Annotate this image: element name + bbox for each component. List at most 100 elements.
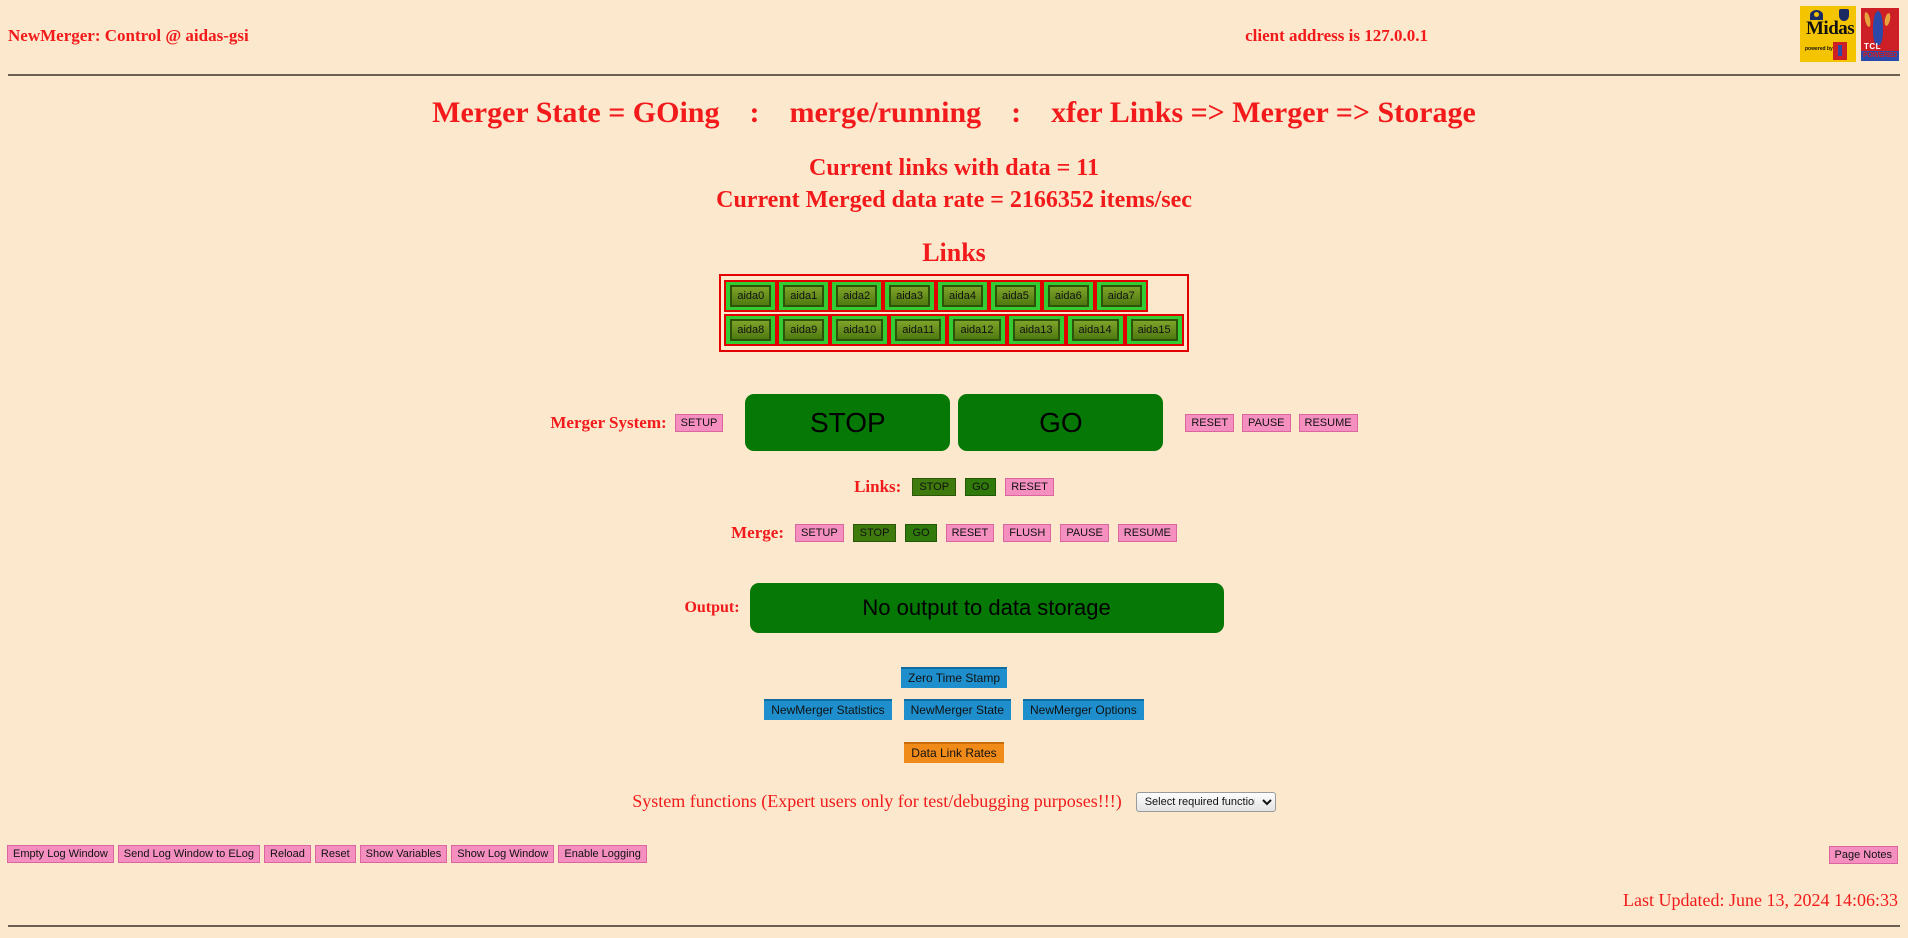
merge-pause-button[interactable]: PAUSE (1060, 524, 1109, 542)
link-cell: aida2 (830, 280, 884, 312)
links-go-button[interactable]: GO (965, 478, 997, 496)
link-button-aida5[interactable]: aida5 (994, 285, 1036, 307)
links-row: aida8 aida9 aida10 aida11 aida12 aida13 … (724, 313, 1184, 347)
link-cell: aida10 (830, 314, 890, 346)
merger-state-line: Merger State = GOing : merge/running : x… (432, 96, 1476, 129)
output-label: Output: (684, 599, 740, 616)
newmerger-state-button[interactable]: NewMerger State (903, 699, 1012, 720)
output-status-button[interactable]: No output to data storage (749, 583, 1224, 633)
merger-pause-button[interactable]: PAUSE (1242, 413, 1291, 432)
merge-controls-row: Merge: SETUP STOP GO RESET FLUSH PAUSE R… (0, 523, 1908, 543)
link-cell: aida12 (947, 314, 1007, 346)
links-grid-wrapper: aida0 aida1 aida2 aida3 aida4 aida5 aida… (0, 274, 1908, 352)
link-cell: aida6 (1041, 280, 1095, 312)
page-header: NewMerger: Control @ aidas-gsi client ad… (0, 0, 1908, 74)
output-row: Output: No output to data storage (0, 583, 1908, 633)
current-rate-line: Current Merged data rate = 2166352 items… (716, 187, 1192, 213)
logo-group: Midas powered by TCL POWERED (1800, 6, 1902, 62)
last-updated-text: Last Updated: June 13, 2024 14:06:33 (1623, 890, 1898, 910)
merger-stop-button[interactable]: STOP (745, 394, 951, 451)
links-row: aida0 aida1 aida2 aida3 aida4 aida5 aida… (724, 279, 1183, 313)
merger-reset-button[interactable]: RESET (1185, 413, 1235, 432)
send-log-window-to-elog-button[interactable]: Send Log Window to ELog (117, 845, 261, 863)
show-variables-button[interactable]: Show Variables (359, 845, 448, 863)
bottom-bar: Empty Log Window Send Log Window to ELog… (0, 845, 1908, 871)
tcl-powered-word: POWERED (1861, 51, 1899, 61)
link-button-aida8[interactable]: aida8 (730, 319, 772, 341)
link-button-aida10[interactable]: aida10 (836, 319, 884, 341)
link-button-aida2[interactable]: aida2 (836, 285, 878, 307)
links-controls-label: Links: (854, 477, 902, 496)
link-button-aida0[interactable]: aida0 (730, 285, 772, 307)
zero-time-stamp-row: Zero Time Stamp (0, 667, 1908, 688)
data-link-rates-button[interactable]: Data Link Rates (904, 742, 1004, 763)
midas-logo-word: Midas (1806, 18, 1855, 39)
link-button-aida13[interactable]: aida13 (1012, 319, 1060, 341)
link-cell: aida9 (777, 314, 831, 346)
link-button-aida15[interactable]: aida15 (1130, 319, 1178, 341)
midas-flag-icon (1833, 42, 1847, 60)
midas-logo-sub: powered by (1805, 46, 1833, 52)
zero-time-stamp-button[interactable]: Zero Time Stamp (900, 667, 1008, 688)
newmerger-statistics-button[interactable]: NewMerger Statistics (764, 699, 892, 720)
links-reset-button[interactable]: RESET (1005, 478, 1054, 496)
merge-stop-button[interactable]: STOP (852, 524, 897, 542)
client-address-text: client address is 127.0.0.1 (1245, 26, 1428, 45)
merger-system-row: Merger System: SETUP STOP GO RESET PAUSE… (0, 394, 1908, 451)
link-button-aida11[interactable]: aida11 (895, 319, 942, 341)
merger-setup-button[interactable]: SETUP (674, 413, 724, 432)
tcl-feather-icon (1873, 11, 1883, 45)
link-cell: aida13 (1006, 314, 1066, 346)
merge-setup-button[interactable]: SETUP (794, 524, 844, 542)
link-cell: aida11 (889, 314, 948, 346)
link-button-aida9[interactable]: aida9 (783, 319, 825, 341)
link-cell: aida8 (724, 314, 778, 346)
link-button-aida1[interactable]: aida1 (783, 285, 825, 307)
merge-go-button[interactable]: GO (905, 524, 937, 542)
merger-go-button[interactable]: GO (958, 394, 1164, 451)
bottom-right-buttons: Page Notes (1828, 845, 1898, 864)
system-functions-select[interactable]: Select required function (1135, 791, 1276, 812)
link-button-aida4[interactable]: aida4 (942, 285, 983, 307)
link-cell: aida5 (988, 280, 1042, 312)
merge-flush-button[interactable]: FLUSH (1003, 524, 1052, 542)
link-button-aida3[interactable]: aida3 (889, 285, 931, 307)
empty-log-window-button[interactable]: Empty Log Window (7, 845, 114, 863)
link-cell: aida7 (1094, 280, 1148, 312)
merger-resume-button[interactable]: RESUME (1298, 413, 1358, 432)
merger-system-label: Merger System: (550, 412, 667, 432)
merge-reset-button[interactable]: RESET (945, 524, 995, 542)
tcl-powered-logo: TCL POWERED (1858, 6, 1902, 62)
system-functions-label: System functions (Expert users only for … (632, 791, 1122, 811)
links-section-title: Links (922, 238, 986, 267)
link-button-aida7[interactable]: aida7 (1100, 285, 1142, 307)
reset-button[interactable]: Reset (314, 845, 356, 863)
enable-logging-button[interactable]: Enable Logging (558, 845, 647, 863)
links-grid: aida0 aida1 aida2 aida3 aida4 aida5 aida… (719, 274, 1189, 352)
footer-divider (8, 925, 1900, 927)
tcl-logo-word: TCL (1864, 42, 1882, 51)
header-divider (8, 74, 1900, 76)
page-notes-button[interactable]: Page Notes (1828, 846, 1898, 864)
newmerger-options-button[interactable]: NewMerger Options (1023, 699, 1144, 720)
bottom-left-buttons: Empty Log Window Send Log Window to ELog… (7, 845, 647, 863)
link-cell: aida0 (724, 280, 778, 312)
link-button-aida6[interactable]: aida6 (1047, 285, 1089, 307)
merge-controls-label: Merge: (731, 523, 784, 542)
midas-logo: Midas powered by (1800, 6, 1856, 62)
show-log-window-button[interactable]: Show Log Window (451, 845, 555, 863)
reload-button[interactable]: Reload (264, 845, 311, 863)
link-cell: aida3 (883, 280, 937, 312)
link-cell: aida14 (1065, 314, 1125, 346)
link-cell: aida15 (1124, 314, 1184, 346)
link-button-aida14[interactable]: aida14 (1071, 319, 1119, 341)
merge-resume-button[interactable]: RESUME (1117, 524, 1177, 542)
links-stop-button[interactable]: STOP (912, 478, 957, 496)
links-controls-row: Links: STOP GO RESET (0, 477, 1908, 497)
newmerger-info-row: NewMerger Statistics NewMerger State New… (0, 699, 1908, 720)
link-button-aida12[interactable]: aida12 (953, 319, 1001, 341)
link-cell: aida1 (777, 280, 831, 312)
data-link-rates-row: Data Link Rates (0, 742, 1908, 763)
system-functions-row: System functions (Expert users only for … (0, 791, 1908, 812)
link-cell: aida4 (936, 280, 989, 312)
